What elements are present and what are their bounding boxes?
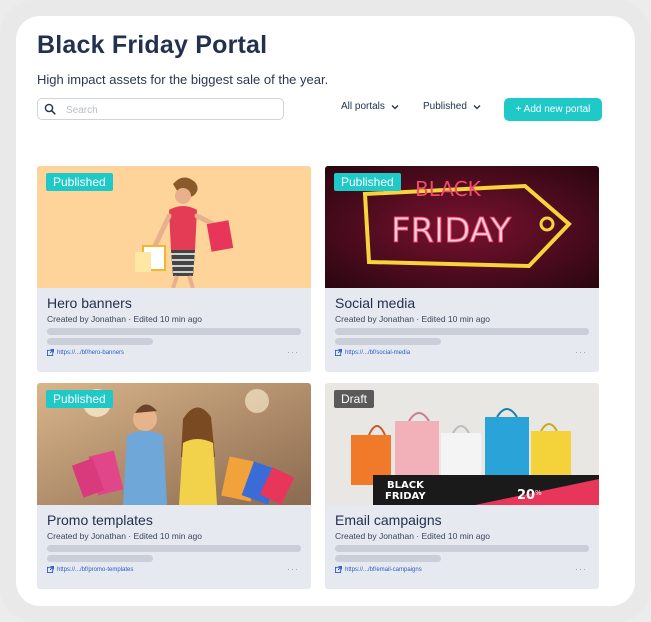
more-options-icon[interactable]: ···	[287, 347, 299, 357]
image-text-black: BLACK	[387, 480, 425, 491]
placeholder-line	[335, 555, 441, 562]
status-badge: Published	[334, 173, 401, 191]
placeholder-line	[47, 338, 153, 345]
external-link-icon	[47, 349, 54, 356]
search-box[interactable]	[37, 98, 284, 120]
image-text-percent: %	[535, 489, 542, 497]
card-link[interactable]: https://.../bf/hero-banners	[47, 349, 124, 356]
card-link-text: https://.../bf/email-campaigns	[345, 566, 422, 573]
add-new-portal-button[interactable]: + Add new portal	[504, 98, 602, 121]
placeholder-line	[47, 545, 301, 552]
page-subtitle: High impact assets for the biggest sale …	[37, 72, 329, 87]
card-title: Social media	[335, 295, 416, 311]
card-link-text: https://.../bf/hero-banners	[57, 349, 125, 356]
portals-filter-label: All portals	[341, 101, 385, 112]
status-filter-dropdown[interactable]: Published	[423, 101, 481, 112]
more-options-icon[interactable]: ···	[575, 347, 587, 357]
placeholder-line	[47, 328, 301, 335]
card-title: Promo templates	[47, 512, 153, 528]
card-meta: Created by Jonathan · Edited 10 min ago	[335, 314, 490, 324]
card-meta: Created by Jonathan · Edited 10 min ago	[47, 531, 202, 541]
portal-card-social-media[interactable]: BLACK FRIDAY Published Social media Crea…	[325, 166, 599, 372]
external-link-icon	[47, 566, 54, 573]
portals-filter-dropdown[interactable]: All portals	[341, 101, 399, 112]
card-title: Hero banners	[47, 295, 132, 311]
image-text-friday: FRIDAY	[391, 211, 511, 251]
image-text-discount: 20	[517, 488, 535, 503]
status-badge: Published	[46, 173, 113, 191]
card-title: Email campaigns	[335, 512, 442, 528]
card-link-text: https://.../bf/social-media	[345, 349, 411, 356]
portal-card-email-campaigns[interactable]: BLACK FRIDAY 20 % Draft Email campaigns …	[325, 383, 599, 589]
status-badge: Draft	[334, 390, 375, 408]
external-link-icon	[335, 566, 342, 573]
chevron-down-icon	[473, 104, 481, 109]
placeholder-line	[335, 545, 589, 552]
card-link[interactable]: https://.../bf/promo-templates	[47, 566, 133, 573]
page-title: Black Friday Portal	[37, 31, 268, 59]
search-input[interactable]	[64, 101, 278, 119]
portal-card-promo-templates[interactable]: Published Promo templates Created by Jon…	[37, 383, 311, 589]
status-filter-label: Published	[423, 101, 467, 112]
add-new-portal-label: + Add new portal	[515, 104, 591, 115]
portal-card-hero-banners[interactable]: Published Hero banners Created by Jonath…	[37, 166, 311, 372]
card-link[interactable]: https://.../bf/social-media	[335, 349, 410, 356]
card-link-text: https://.../bf/promo-templates	[57, 566, 134, 573]
placeholder-line	[335, 338, 441, 345]
card-link[interactable]: https://.../bf/email-campaigns	[335, 566, 422, 573]
external-link-icon	[335, 349, 342, 356]
placeholder-line	[335, 328, 589, 335]
status-badge: Published	[46, 390, 113, 408]
placeholder-line	[47, 555, 153, 562]
more-options-icon[interactable]: ···	[575, 564, 587, 574]
chevron-down-icon	[391, 104, 399, 109]
card-meta: Created by Jonathan · Edited 10 min ago	[335, 531, 490, 541]
search-icon	[44, 103, 56, 115]
more-options-icon[interactable]: ···	[287, 564, 299, 574]
card-meta: Created by Jonathan · Edited 10 min ago	[47, 314, 202, 324]
image-text-friday: FRIDAY	[385, 491, 426, 502]
image-text-black: BLACK	[415, 177, 482, 201]
